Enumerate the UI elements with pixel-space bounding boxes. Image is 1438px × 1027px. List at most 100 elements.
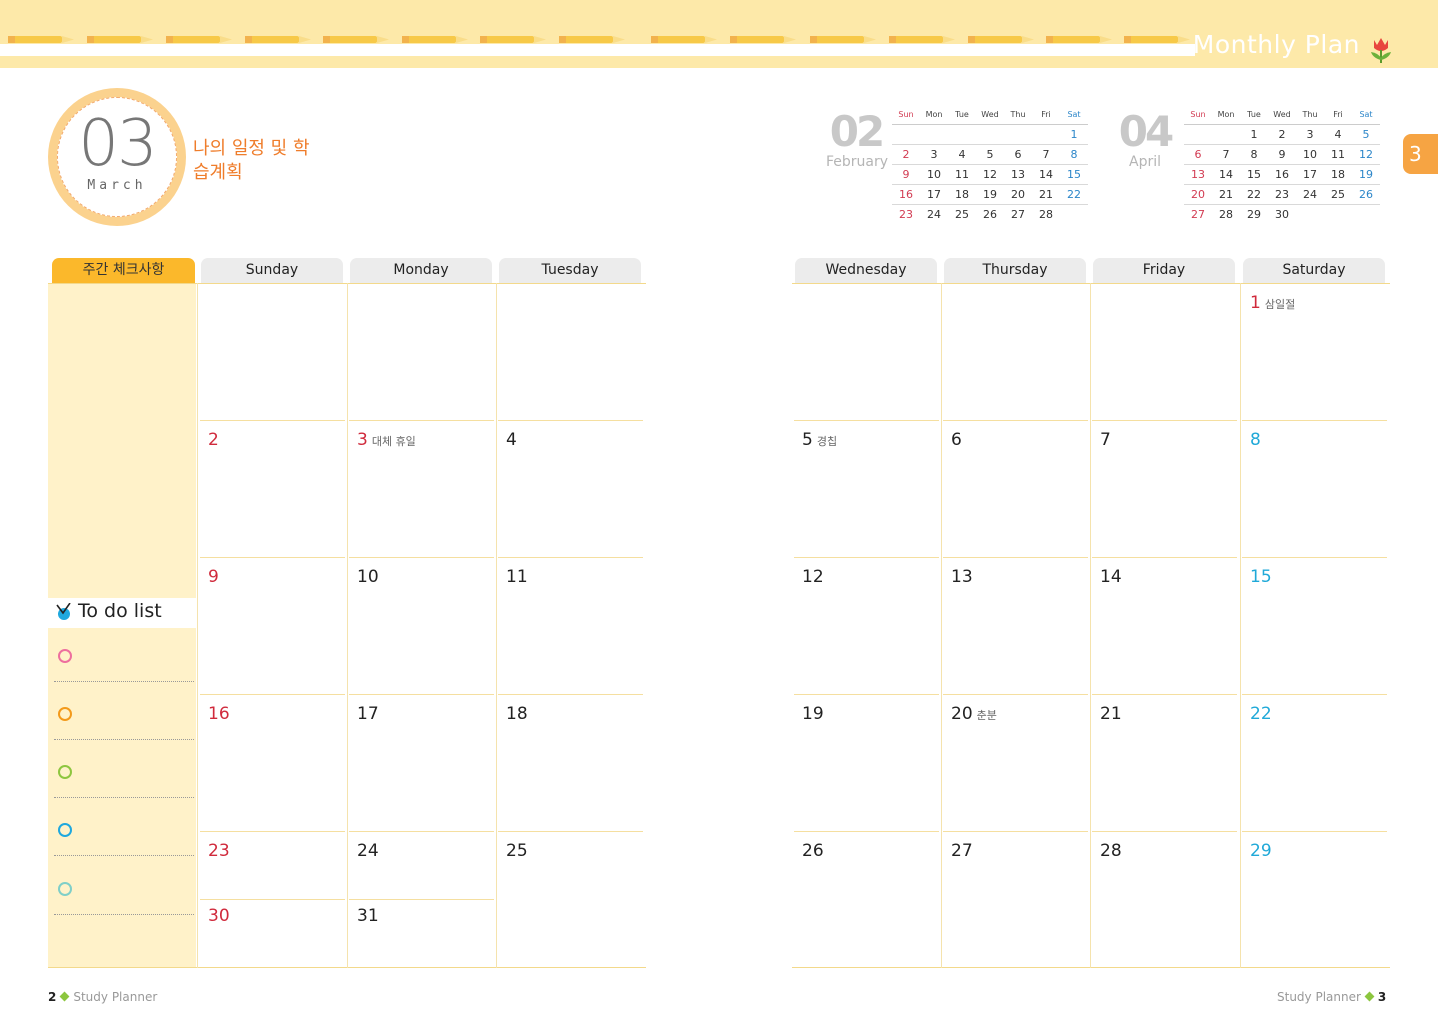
todo-line[interactable] xyxy=(54,855,194,856)
mini-day xyxy=(1004,125,1032,144)
day-number: 26 xyxy=(802,841,824,861)
mini-day: 16 xyxy=(1275,168,1289,181)
mini-week-row: 23 24 25 26 27 28 xyxy=(892,205,1088,224)
mini-day: 21 xyxy=(1219,188,1233,201)
week-separator xyxy=(349,831,494,832)
mini-day: 18 xyxy=(1331,168,1345,181)
mini-day: 4 xyxy=(1334,128,1342,141)
prev-month-label: 02 February xyxy=(826,107,888,171)
day-cell[interactable]: 31 xyxy=(357,906,379,926)
pencil-icon xyxy=(651,36,717,43)
mini-weekday-label: Wed xyxy=(981,110,999,119)
day-cell[interactable]: 4 xyxy=(506,430,517,450)
day-cell[interactable]: 14 xyxy=(1100,567,1122,587)
day-cell[interactable]: 15 xyxy=(1250,567,1272,587)
day-cell[interactable]: 23 xyxy=(208,841,230,861)
next-month-calendar: Sun Mon Tue Wed Thu Fri Sat 1 2 3 4 5 6 7 8 9 10 11 12 13 14… xyxy=(1184,110,1380,224)
day-cell[interactable]: 30 xyxy=(208,906,230,926)
page-tab[interactable]: 3 xyxy=(1403,134,1438,174)
day-number: 12 xyxy=(802,567,824,587)
mini-week-row: 20 21 22 23 24 25 26 xyxy=(1184,185,1380,205)
mini-week-row: 1 xyxy=(892,125,1088,145)
day-cell[interactable]: 3 대체 휴일 xyxy=(357,430,416,452)
day-cell[interactable]: 20 춘분 xyxy=(951,704,997,726)
day-note: 삼일절 xyxy=(1264,298,1296,311)
day-cell[interactable]: 5 경칩 xyxy=(802,430,837,452)
todo-line[interactable] xyxy=(54,797,194,798)
footer-right-label: Study Planner xyxy=(1277,990,1361,1004)
todo-checkbox[interactable] xyxy=(58,823,72,837)
day-cell[interactable]: 1 삼일절 xyxy=(1250,293,1295,315)
day-cell[interactable]: 27 xyxy=(951,841,973,861)
mini-day: 20 xyxy=(1191,188,1205,201)
week-separator xyxy=(1242,557,1387,558)
mini-day: 7 xyxy=(1042,148,1050,161)
day-cell[interactable]: 21 xyxy=(1100,704,1122,724)
mini-day: 1 xyxy=(1250,128,1258,141)
day-cell[interactable]: 12 xyxy=(802,567,824,587)
check-icon xyxy=(56,603,71,620)
pencil-icon xyxy=(87,36,153,43)
mini-weekday-label: Thu xyxy=(1302,110,1318,119)
todo-checkbox[interactable] xyxy=(58,707,72,721)
mini-day xyxy=(1032,125,1060,144)
mini-week-row: 2 3 4 5 6 7 8 xyxy=(892,145,1088,165)
day-cell[interactable]: 19 xyxy=(802,704,824,724)
week-separator xyxy=(200,420,345,421)
mini-week-row: 13 14 15 16 17 18 19 xyxy=(1184,165,1380,185)
todo-checkbox[interactable] xyxy=(58,765,72,779)
day-cell[interactable]: 25 xyxy=(506,841,528,861)
day-cell[interactable]: 16 xyxy=(208,704,230,724)
mini-day: 25 xyxy=(955,208,969,221)
footer-right: Study Planner 3 xyxy=(1277,990,1386,1004)
day-cell[interactable]: 22 xyxy=(1250,704,1272,724)
prev-month-number: 02 xyxy=(829,107,885,156)
day-cell[interactable]: 29 xyxy=(1250,841,1272,861)
week-separator xyxy=(498,420,643,421)
grid-top-line xyxy=(792,283,1390,284)
day-number: 10 xyxy=(357,567,379,587)
mini-week-row: 27 28 29 30 xyxy=(1184,205,1380,224)
day-cell[interactable]: 10 xyxy=(357,567,379,587)
plan-title: 나의 일정 및 학습계획 xyxy=(193,138,310,183)
pencil-icon xyxy=(166,36,232,43)
day-cell[interactable]: 26 xyxy=(802,841,824,861)
day-cell[interactable]: 13 xyxy=(951,567,973,587)
day-cell[interactable]: 28 xyxy=(1100,841,1122,861)
prev-month-calendar: Sun Mon Tue Wed Thu Fri Sat 1 2 3 4 5 6 7 8 9 10 11 12 13 14… xyxy=(892,110,1088,224)
day-cell[interactable]: 17 xyxy=(357,704,379,724)
day-number: 18 xyxy=(506,704,528,724)
day-cell[interactable]: 8 xyxy=(1250,430,1261,450)
day-cell[interactable]: 11 xyxy=(506,567,528,587)
todo-line[interactable] xyxy=(54,914,194,915)
mini-day: 11 xyxy=(1331,148,1345,161)
mini-day xyxy=(948,125,976,144)
mini-day: 20 xyxy=(1011,188,1025,201)
next-month-label: 04 April xyxy=(1115,110,1175,171)
day-number: 25 xyxy=(506,841,528,861)
mini-day xyxy=(1184,125,1212,144)
day-number: 6 xyxy=(951,430,962,450)
day-cell[interactable]: 2 xyxy=(208,430,219,450)
day-cell[interactable]: 18 xyxy=(506,704,528,724)
todo-checkbox[interactable] xyxy=(58,882,72,896)
pencil-icon xyxy=(559,36,625,43)
todo-line[interactable] xyxy=(54,681,194,682)
mini-day: 14 xyxy=(1219,168,1233,181)
day-cell[interactable]: 9 xyxy=(208,567,219,587)
mini-day: 27 xyxy=(1011,208,1025,221)
day-cell[interactable]: 6 xyxy=(951,430,962,450)
weekly-check-header: 주간 체크사항 xyxy=(52,258,195,283)
day-number: 24 xyxy=(357,841,379,861)
mini-day: 6 xyxy=(1194,148,1202,161)
todo-line[interactable] xyxy=(54,739,194,740)
todo-checkbox[interactable] xyxy=(58,649,72,663)
day-number: 17 xyxy=(357,704,379,724)
column-divider xyxy=(1090,283,1091,968)
mini-day: 24 xyxy=(927,208,941,221)
day-cell[interactable]: 7 xyxy=(1100,430,1111,450)
mini-weekday-label: Fri xyxy=(1041,110,1051,119)
day-number: 7 xyxy=(1100,430,1111,450)
day-cell[interactable]: 24 xyxy=(357,841,379,861)
week-separator xyxy=(794,557,939,558)
